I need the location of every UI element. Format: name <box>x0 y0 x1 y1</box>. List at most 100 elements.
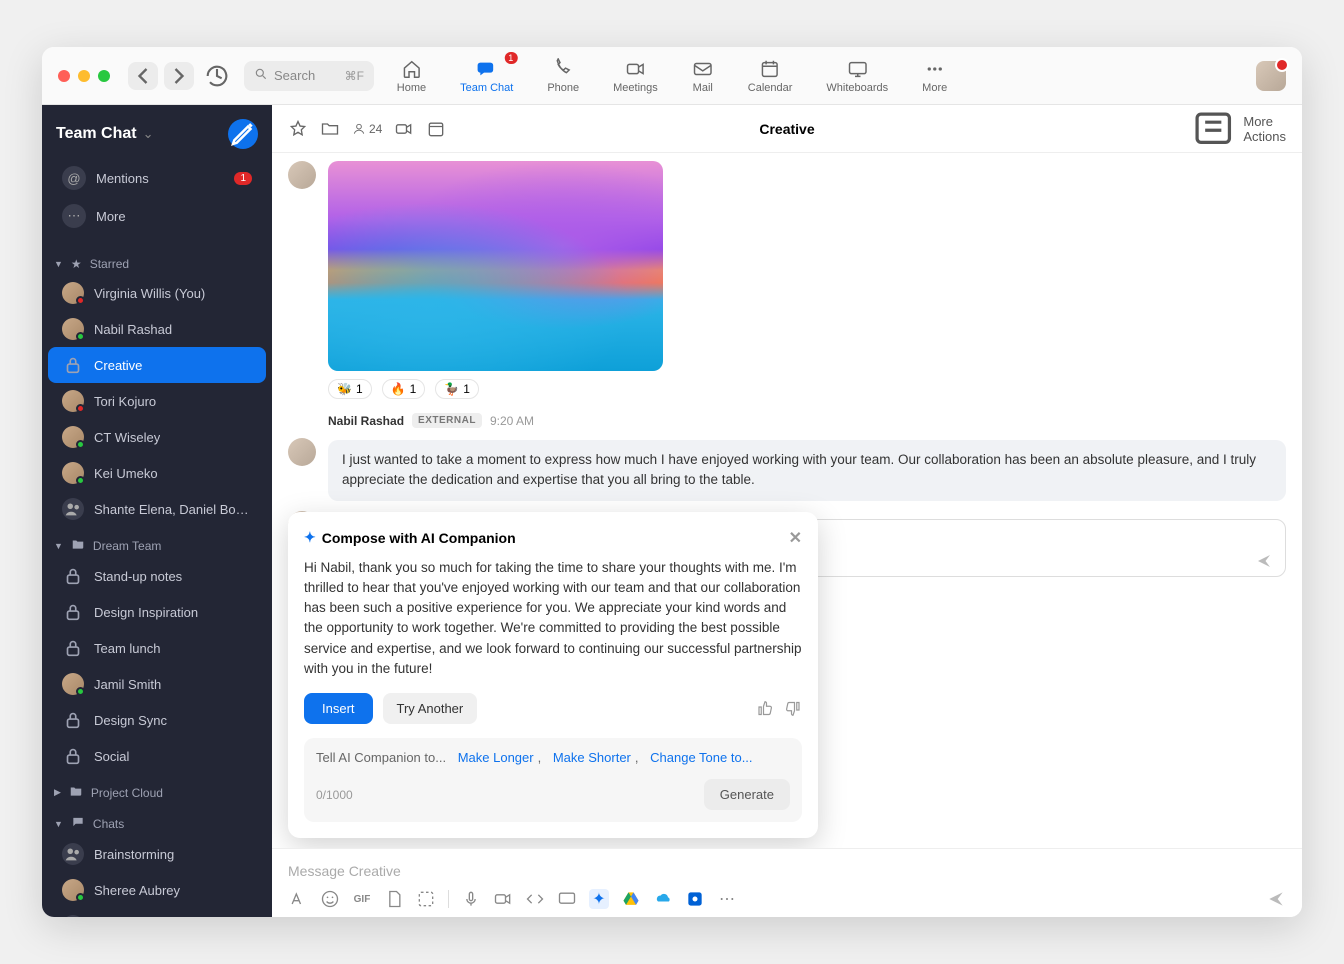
search-input[interactable]: Search ⌘F <box>244 61 374 91</box>
message-avatar[interactable] <box>288 161 316 189</box>
tab-calendar[interactable]: Calendar <box>742 54 799 98</box>
compose-toolbar: GIF ✦ ⋯ <box>288 889 1286 909</box>
thumbs-down-icon[interactable] <box>784 697 802 720</box>
move-to-folder-icon[interactable] <box>320 119 340 139</box>
nav-arrows <box>128 62 194 90</box>
section-project-cloud[interactable]: ▶ Project Cloud <box>42 774 272 805</box>
tab-more[interactable]: More <box>916 54 953 98</box>
folder-icon <box>69 784 83 801</box>
sidebar-item[interactable]: Nabil Rashad <box>48 311 266 347</box>
window-minimize[interactable] <box>78 70 90 82</box>
sidebar-item[interactable]: Jamil Smith <box>48 666 266 702</box>
sidebar-item-label: Jamil Smith <box>94 677 161 692</box>
make-longer-link[interactable]: Make Longer <box>458 750 534 765</box>
member-count[interactable]: 24 <box>352 122 382 136</box>
sidebar-item[interactable]: Sheree Aubrey <box>48 872 266 908</box>
insert-button[interactable]: Insert <box>304 693 373 724</box>
tab-mail[interactable]: Mail <box>686 54 720 98</box>
nav-back-button[interactable] <box>128 62 158 90</box>
more-actions-button[interactable]: More Actions <box>1189 105 1286 153</box>
generate-button[interactable]: Generate <box>704 779 790 810</box>
tab-team-chat[interactable]: Team Chat 1 <box>454 54 519 98</box>
nav-forward-button[interactable] <box>164 62 194 90</box>
tab-home[interactable]: Home <box>391 54 432 98</box>
try-another-button[interactable]: Try Another <box>383 693 478 724</box>
reaction[interactable]: 🐝1 <box>328 379 372 399</box>
schedule-icon[interactable] <box>426 119 446 139</box>
ai-prompt-suggestions: Tell AI Companion to... Make Longer, Mak… <box>316 750 790 765</box>
sidebar-item[interactable]: Design Sync <box>48 702 266 738</box>
gif-icon[interactable]: GIF <box>352 889 372 909</box>
avatar-icon <box>62 462 84 484</box>
sidebar-item[interactable]: CT Wiseley <box>48 419 266 455</box>
section-dream-team[interactable]: ▼ Dream Team <box>42 527 272 558</box>
history-button[interactable] <box>202 62 232 90</box>
more-apps-icon[interactable]: ⋯ <box>717 889 737 909</box>
sidebar-item[interactable]: Virginia Willis (You) <box>48 275 266 311</box>
sidebar-item[interactable]: Stand-up notes <box>48 558 266 594</box>
emoji-icon[interactable] <box>320 889 340 909</box>
top-tabs: Home Team Chat 1 Phone Meetings Mail <box>391 54 953 98</box>
window-maximize[interactable] <box>98 70 110 82</box>
message-author[interactable]: Nabil Rashad <box>328 414 404 428</box>
attached-image[interactable] <box>328 161 663 371</box>
sidebar-item[interactable]: Brainstorming <box>48 836 266 872</box>
tab-whiteboards[interactable]: Whiteboards <box>820 54 894 98</box>
sidebar-item-mentions[interactable]: @ Mentions 1 <box>48 159 266 197</box>
sidebar-item-label: Creative <box>94 358 142 373</box>
sidebar-item[interactable]: Design Inspiration <box>48 594 266 630</box>
file-icon[interactable] <box>384 889 404 909</box>
window-close[interactable] <box>58 70 70 82</box>
audio-icon[interactable] <box>461 889 481 909</box>
send-icon[interactable] <box>1266 889 1286 909</box>
ai-prompt-box: Tell AI Companion to... Make Longer, Mak… <box>304 738 802 822</box>
message-avatar[interactable] <box>288 438 316 466</box>
reaction-count: 1 <box>410 382 417 396</box>
section-chats[interactable]: ▼ Chats <box>42 805 272 836</box>
video-call-icon[interactable] <box>394 119 414 139</box>
code-icon[interactable] <box>525 889 545 909</box>
section-starred[interactable]: ▼ ★ Starred <box>42 247 272 275</box>
send-icon[interactable] <box>1255 552 1273 570</box>
search-placeholder: Search <box>274 68 315 83</box>
sidebar-item[interactable]: Shante Elena, Daniel Bow... <box>48 491 266 527</box>
compose-button[interactable] <box>228 119 258 149</box>
tab-phone[interactable]: Phone <box>541 54 585 98</box>
sidebar-title: Team Chat <box>56 125 137 143</box>
sidebar-item-more[interactable]: ⋯ More <box>48 197 266 235</box>
ai-compose-popup: ✦ Compose with AI Companion ✕ Hi Nabil, … <box>288 512 818 839</box>
sidebar-item[interactable]: Team lunch <box>48 630 266 666</box>
tab-meetings[interactable]: Meetings <box>607 54 664 98</box>
screenshot-icon[interactable] <box>416 889 436 909</box>
mentions-badge: 1 <box>234 172 252 185</box>
reaction[interactable]: 🔥1 <box>382 379 426 399</box>
chevron-down-icon[interactable]: ⌄ <box>143 126 154 142</box>
group-icon <box>62 915 84 917</box>
whiteboard-icon <box>846 58 868 80</box>
sidebar-item[interactable]: Kei Umeko <box>48 455 266 491</box>
sidebar-item[interactable]: Creative <box>48 347 266 383</box>
sidebar-item[interactable]: Design syncs <box>48 908 266 917</box>
thumbs-up-icon[interactable] <box>756 697 774 720</box>
message-time: 9:20 AM <box>490 414 534 428</box>
record-video-icon[interactable] <box>493 889 513 909</box>
share-screen-icon[interactable] <box>557 889 577 909</box>
make-shorter-link[interactable]: Make Shorter <box>553 750 631 765</box>
google-drive-icon[interactable] <box>621 889 641 909</box>
reaction-count: 1 <box>463 382 470 396</box>
user-avatar[interactable] <box>1256 61 1286 91</box>
ai-sparkle-icon[interactable]: ✦ <box>589 889 609 909</box>
reaction-emoji: 🐝 <box>337 382 352 396</box>
compose-input[interactable]: Message Creative <box>288 859 1286 889</box>
disclosure-icon: ▼ <box>54 541 63 551</box>
sidebar-item[interactable]: Tori Kojuro <box>48 383 266 419</box>
change-tone-link[interactable]: Change Tone to... <box>650 750 752 765</box>
box-icon[interactable] <box>685 889 705 909</box>
reaction[interactable]: 🦆1 <box>435 379 479 399</box>
sidebar: Team Chat ⌄ @ Mentions 1 ⋯ More ▼ ★ Star… <box>42 105 272 917</box>
close-icon[interactable]: ✕ <box>789 528 802 548</box>
star-icon[interactable] <box>288 119 308 139</box>
format-icon[interactable] <box>288 889 308 909</box>
sidebar-item[interactable]: Social <box>48 738 266 774</box>
onedrive-icon[interactable] <box>653 889 673 909</box>
